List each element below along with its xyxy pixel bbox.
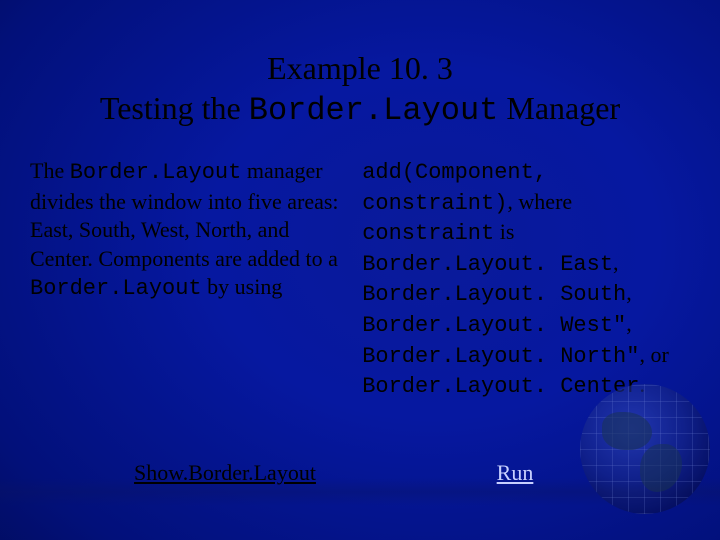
right-text: . (639, 372, 645, 397)
show-border-layout-link[interactable]: Show.Border.Layout (80, 460, 370, 486)
right-mono: Border.Layout. South (362, 282, 626, 307)
title-line2: Testing the Border.Layout Manager (40, 88, 680, 131)
right-text: , (626, 311, 632, 336)
left-mono: Border.Layout (30, 276, 202, 301)
right-text: , where (507, 189, 572, 214)
body-columns: The Border.Layout manager divides the wi… (0, 149, 720, 402)
slide-title: Example 10. 3 Testing the Border.Layout … (0, 0, 720, 149)
left-mono: Border.Layout (70, 160, 242, 185)
title-line1: Example 10. 3 (267, 50, 453, 86)
globe-graphic (580, 384, 710, 514)
right-column: add(Component, constraint), where constr… (362, 157, 690, 402)
right-mono: Border.Layout. West" (362, 313, 626, 338)
show-label: Show.Border.Layout (134, 460, 316, 485)
run-link[interactable]: Run (370, 460, 660, 486)
right-text: , or (639, 342, 668, 367)
slide: Example 10. 3 Testing the Border.Layout … (0, 0, 720, 540)
right-text: , (626, 280, 632, 305)
right-mono: Border.Layout. North" (362, 344, 639, 369)
left-text: by using (202, 274, 283, 299)
title-post: Manager (498, 90, 620, 126)
button-row: Show.Border.Layout Run (0, 460, 720, 486)
right-mono: constraint (362, 221, 494, 246)
title-mono: Border.Layout (249, 92, 499, 129)
globe-land (602, 412, 652, 450)
left-column: The Border.Layout manager divides the wi… (30, 157, 342, 402)
right-text: is (494, 219, 514, 244)
right-mono: Border.Layout. East (362, 252, 613, 277)
left-text: The (30, 158, 70, 183)
right-mono: Border.Layout. Center (362, 374, 639, 399)
right-text: , (613, 250, 619, 275)
run-label: Run (497, 460, 534, 485)
title-pre: Testing the (100, 90, 249, 126)
